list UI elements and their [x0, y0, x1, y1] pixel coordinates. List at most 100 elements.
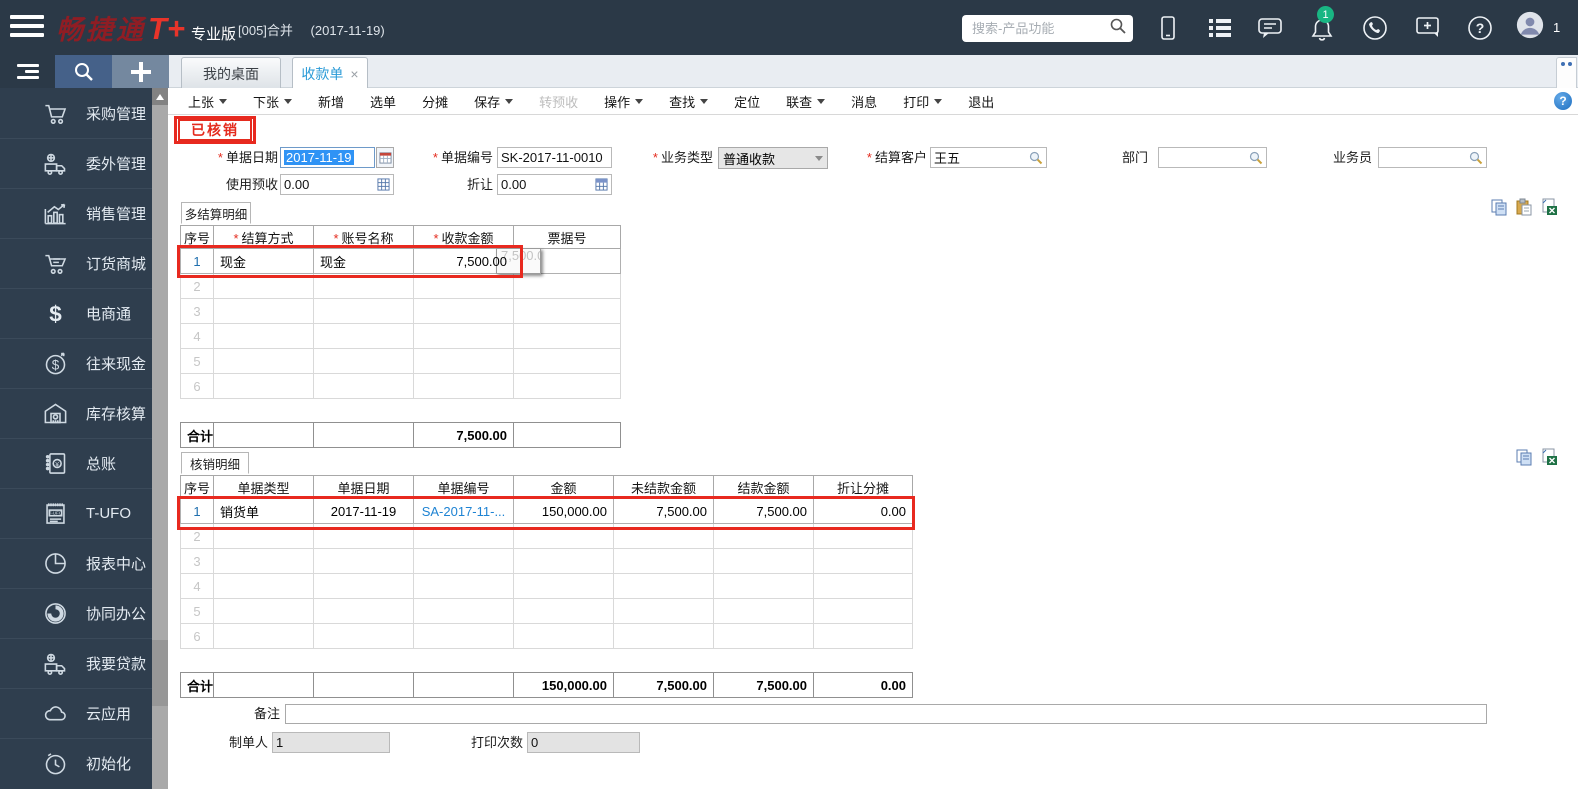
- customer-lookup-icon[interactable]: [1029, 151, 1043, 165]
- table-row-empty[interactable]: 3: [180, 548, 913, 574]
- scrollbar-thumb[interactable]: [152, 640, 168, 706]
- paste-rows-icon[interactable]: [1515, 198, 1533, 216]
- table-row-empty[interactable]: 6: [180, 623, 913, 649]
- table-row-empty[interactable]: 5: [180, 598, 913, 624]
- sidebar-item-outsourcing[interactable]: 委外管理: [0, 138, 152, 188]
- sidebar-item-sales[interactable]: 销售管理: [0, 188, 152, 238]
- remark-input[interactable]: [286, 705, 1486, 723]
- settlement-table[interactable]: 序号 * 结算方式 * 账号名称 * 收款金额 票据号 1 现金 现金 7,500.0…: [180, 225, 621, 399]
- task-list-icon[interactable]: [1206, 14, 1234, 42]
- brand-logo: 畅捷通 T+ 专业版: [56, 8, 236, 47]
- calendar-button[interactable]: [376, 147, 394, 168]
- calculator-icon[interactable]: [595, 178, 608, 191]
- toolbar-next-button[interactable]: 下张: [253, 92, 293, 111]
- scroll-up-button[interactable]: [152, 88, 168, 105]
- doc-date-value: 2017-11-19: [284, 150, 354, 165]
- toolbar-locate-button[interactable]: 定位: [734, 92, 760, 111]
- tab-overflow-sliver[interactable]: [1556, 57, 1577, 89]
- search-input[interactable]: [972, 21, 1109, 36]
- vertical-scrollbar[interactable]: [152, 88, 168, 789]
- sidebar-item-order-mall[interactable]: 订货商城: [0, 238, 152, 288]
- table-row-empty[interactable]: 4: [180, 323, 621, 349]
- toolbar-to-advance-button: 转预收: [539, 94, 579, 110]
- toolbar-print-button[interactable]: 打印: [903, 92, 943, 111]
- user-avatar[interactable]: [1516, 11, 1544, 39]
- writeoff-table[interactable]: 序号 单据类型 单据日期 单据编号 金额 未结款金额 结款金额 折让分摊 1 销…: [180, 475, 913, 649]
- svg-text:T-UFO: T-UFO: [49, 511, 63, 516]
- toolbar-select-doc-button[interactable]: 选单: [370, 92, 396, 111]
- sidebar-item-cash[interactable]: $ 往来现金: [0, 338, 152, 388]
- new-tab-icon[interactable]: [112, 55, 169, 88]
- doc-date-field[interactable]: 2017-11-19: [280, 147, 375, 168]
- toolbar-allocate-button[interactable]: 分摊: [422, 92, 448, 111]
- remark-field: [285, 704, 1487, 724]
- export-excel-icon[interactable]: [1540, 448, 1558, 466]
- tab-writeoff-detail[interactable]: 核销明细: [181, 452, 249, 474]
- help-icon[interactable]: ?: [1466, 14, 1494, 42]
- search-icon[interactable]: [1109, 17, 1127, 40]
- department-lookup-icon[interactable]: [1249, 151, 1263, 165]
- main-menu-icon[interactable]: [10, 15, 44, 40]
- table-row-empty[interactable]: 2: [180, 273, 621, 299]
- export-excel-icon[interactable]: [1540, 198, 1558, 216]
- sidebar-item-ecommerce[interactable]: $ 电商通: [0, 288, 152, 338]
- table-row-empty[interactable]: 6: [180, 373, 621, 399]
- mobile-app-icon[interactable]: [1154, 14, 1182, 42]
- biz-type-value: 普通收款: [723, 151, 776, 167]
- toolbar-exit-button[interactable]: 退出: [968, 92, 994, 111]
- sidebar-item-report-center[interactable]: 报表中心: [0, 538, 152, 588]
- tab-receipt-form[interactable]: 收款单 ×: [292, 57, 368, 89]
- toolbar-new-button[interactable]: 新增: [318, 92, 344, 111]
- table-row-empty[interactable]: 4: [180, 573, 913, 599]
- sidebar-item-general-ledger[interactable]: ¥ 总账: [0, 438, 152, 488]
- sidebar-item-label: 销售管理: [86, 206, 147, 223]
- toolbar-save-button[interactable]: 保存: [474, 92, 514, 111]
- toolbar-operate-button[interactable]: 操作: [604, 92, 644, 111]
- use-advance-input[interactable]: [284, 177, 377, 192]
- department-input[interactable]: [1162, 150, 1249, 165]
- sidebar-item-initialization[interactable]: 初始化: [0, 738, 152, 788]
- toolbar-linked-query-button[interactable]: 联查: [786, 92, 826, 111]
- sidebar-item-cloud-apps[interactable]: 云应用: [0, 688, 152, 738]
- doc-no-input[interactable]: [501, 150, 608, 165]
- quick-search-icon[interactable]: [55, 55, 112, 88]
- tab-label: 我的桌面: [203, 65, 259, 82]
- customer-field: [930, 147, 1047, 168]
- salesman-lookup-icon[interactable]: [1469, 151, 1483, 165]
- sidebar-item-purchase[interactable]: 采购管理: [0, 88, 152, 138]
- sidebar-item-inventory[interactable]: 库存核算: [0, 388, 152, 438]
- app-window: 畅捷通 T+ 专业版 [005]合并 (2017-11-19) 1: [0, 0, 1578, 789]
- calendar-icon: [378, 152, 392, 164]
- table-row[interactable]: 1 现金 现金 7,500.00: [180, 248, 621, 274]
- advance-grid-icon[interactable]: [377, 178, 390, 191]
- sidebar-item-loan[interactable]: 我要贷款: [0, 638, 152, 688]
- feedback-chat-icon[interactable]: [1414, 14, 1442, 42]
- close-tab-icon[interactable]: ×: [350, 66, 358, 82]
- sidebar-item-tufo[interactable]: T-UFO T-UFO: [0, 488, 152, 538]
- toolbar-prev-button[interactable]: 上张: [188, 92, 228, 111]
- table-row-empty[interactable]: 5: [180, 348, 621, 374]
- table-row-empty[interactable]: 2: [180, 523, 913, 549]
- toolbar-find-button[interactable]: 查找: [669, 92, 709, 111]
- message-bubble-icon[interactable]: [1256, 14, 1284, 42]
- salesman-input[interactable]: [1382, 150, 1469, 165]
- salesman-label: 业务员: [1332, 150, 1372, 165]
- copy-rows-icon[interactable]: [1490, 198, 1508, 216]
- svg-text:¥: ¥: [55, 461, 59, 468]
- biz-type-select[interactable]: 普通收款: [718, 147, 828, 169]
- discount-input[interactable]: [501, 177, 595, 192]
- page-help-icon[interactable]: ?: [1554, 92, 1572, 110]
- copy-rows-icon[interactable]: [1515, 448, 1533, 466]
- account-set-label: [005]合并: [238, 23, 293, 38]
- phone-support-icon[interactable]: [1361, 14, 1389, 42]
- tab-settlement-detail[interactable]: 多结算明细: [181, 202, 251, 224]
- toolbar-message-button[interactable]: 消息: [851, 92, 877, 111]
- customer-input[interactable]: [934, 150, 1029, 165]
- sidebar-item-collaboration[interactable]: 协同办公: [0, 588, 152, 638]
- table-row-empty[interactable]: 3: [180, 298, 621, 324]
- collapse-menu-icon[interactable]: [0, 55, 55, 88]
- tab-label: 收款单: [301, 65, 344, 82]
- writeoff-total-row: 合计 150,000.00 7,500.00 7,500.00 0.00: [180, 672, 913, 698]
- table-row[interactable]: 1 销货单 2017-11-19 SA-2017-11-... 150,000.…: [180, 498, 913, 524]
- tab-my-desktop[interactable]: 我的桌面: [181, 57, 281, 89]
